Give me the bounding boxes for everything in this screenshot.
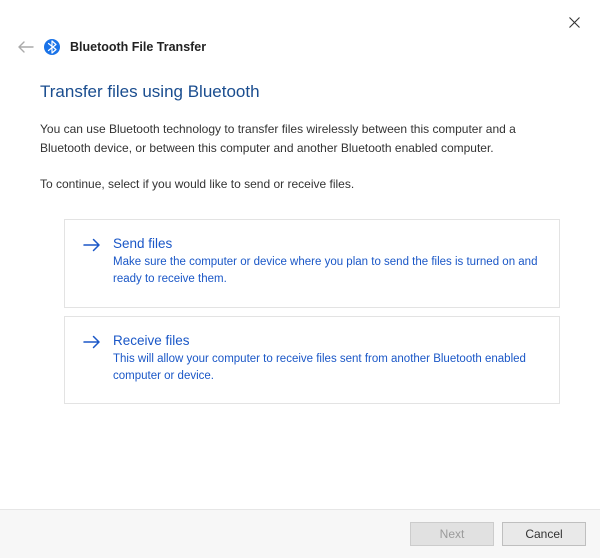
option-send-files[interactable]: Send files Make sure the computer or dev… (64, 219, 560, 308)
bluetooth-icon (44, 39, 60, 55)
close-button[interactable] (562, 10, 586, 34)
back-arrow-icon (18, 41, 34, 53)
options-list: Send files Make sure the computer or dev… (64, 219, 560, 404)
header-bar: Bluetooth File Transfer (0, 0, 600, 56)
content-area: Transfer files using Bluetooth You can u… (0, 56, 600, 404)
footer-bar: Next Cancel (0, 509, 600, 558)
back-button[interactable] (18, 38, 34, 56)
option-receive-files[interactable]: Receive files This will allow your compu… (64, 316, 560, 405)
instruction-text: To continue, select if you would like to… (40, 177, 560, 191)
close-icon (569, 17, 580, 28)
window-title: Bluetooth File Transfer (70, 40, 206, 54)
page-title: Transfer files using Bluetooth (40, 82, 560, 102)
option-receive-content: Receive files This will allow your compu… (113, 333, 541, 386)
option-receive-title: Receive files (113, 333, 541, 348)
option-send-title: Send files (113, 236, 541, 251)
next-button[interactable]: Next (410, 522, 494, 546)
option-send-desc: Make sure the computer or device where y… (113, 254, 541, 289)
option-send-content: Send files Make sure the computer or dev… (113, 236, 541, 289)
arrow-right-icon (83, 237, 101, 257)
option-receive-desc: This will allow your computer to receive… (113, 351, 541, 386)
arrow-right-icon (83, 334, 101, 354)
cancel-button[interactable]: Cancel (502, 522, 586, 546)
intro-text: You can use Bluetooth technology to tran… (40, 120, 560, 157)
